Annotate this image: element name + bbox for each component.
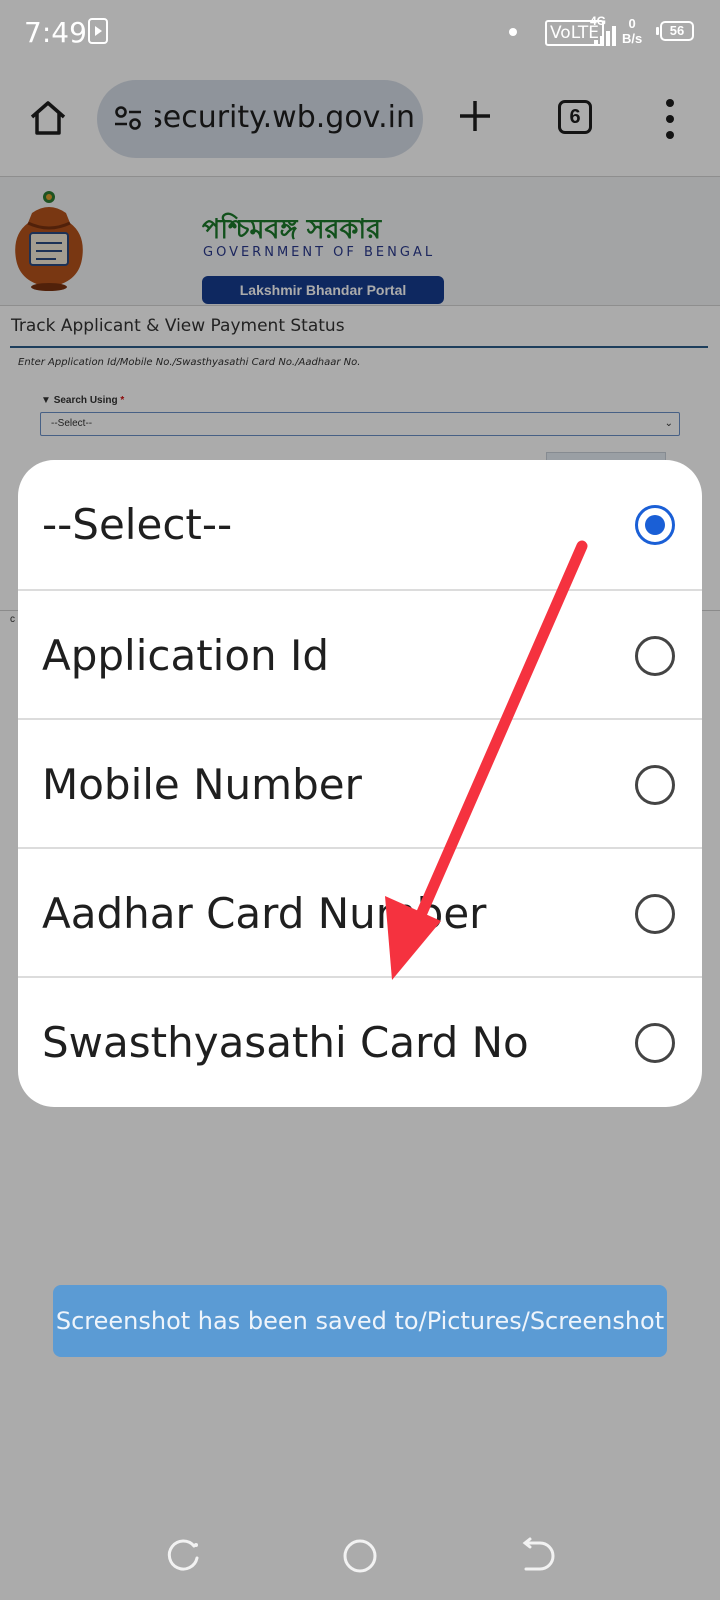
- network-speed-unit: B/s: [622, 31, 643, 46]
- status-bar: 7:49 VoLTE 4G 0 B/s 56: [0, 0, 720, 64]
- option-aadhar-card-number[interactable]: Aadhar Card Number: [18, 847, 702, 978]
- radio-unselected-icon[interactable]: [635, 894, 675, 934]
- option-label: Application Id: [42, 631, 330, 680]
- option-label: Aadhar Card Number: [42, 889, 487, 938]
- network-speed-value: 0: [628, 16, 636, 31]
- radio-unselected-icon[interactable]: [635, 765, 675, 805]
- network-speed: 0 B/s: [622, 16, 642, 46]
- option-select-placeholder[interactable]: --Select--: [18, 460, 702, 589]
- clock: 7:49: [24, 16, 87, 49]
- signal-strength-icon: [594, 26, 618, 46]
- search-using-options-dialog: --Select-- Application Id Mobile Number …: [18, 460, 702, 1107]
- radio-selected-icon[interactable]: [635, 505, 675, 545]
- option-label: Mobile Number: [42, 760, 362, 809]
- screenshot-saved-toast: Screenshot has been saved to/Pictures/Sc…: [53, 1285, 667, 1357]
- notification-dot-icon: [509, 28, 517, 36]
- option-label: Swasthyasathi Card No: [42, 1018, 529, 1067]
- option-mobile-number[interactable]: Mobile Number: [18, 718, 702, 849]
- home-button-icon[interactable]: [340, 1536, 380, 1576]
- recent-apps-icon[interactable]: [164, 1536, 204, 1576]
- option-swasthyasathi-card-no[interactable]: Swasthyasathi Card No: [18, 976, 702, 1107]
- system-navigation-bar: [0, 1512, 720, 1600]
- option-application-id[interactable]: Application Id: [18, 589, 702, 720]
- radio-unselected-icon[interactable]: [635, 636, 675, 676]
- back-icon[interactable]: [516, 1536, 556, 1576]
- battery-icon: 56: [656, 21, 694, 41]
- option-label: --Select--: [42, 500, 233, 549]
- screen-recorder-icon: [88, 18, 108, 44]
- radio-unselected-icon[interactable]: [635, 1023, 675, 1063]
